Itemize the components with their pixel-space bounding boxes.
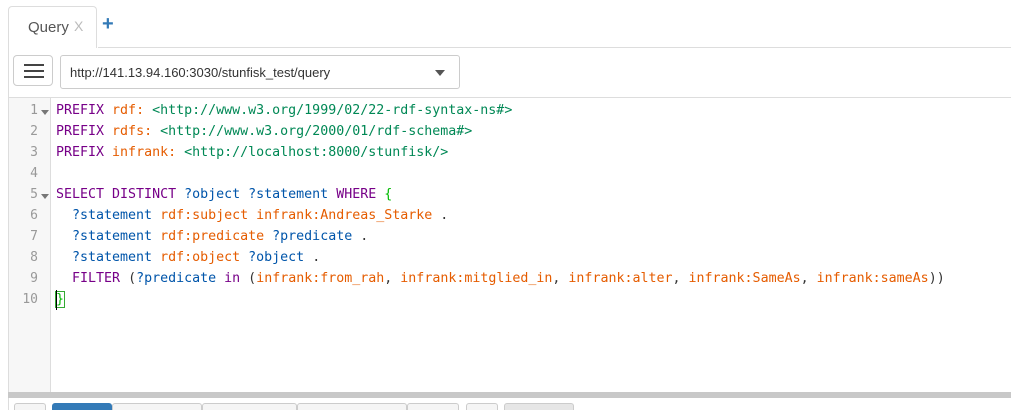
line-number: 5 (30, 187, 38, 202)
line-number: 9 (30, 271, 38, 286)
code-token: ?statement (56, 208, 161, 223)
code-line[interactable]: FILTER (?predicate in (infrank:from_rah,… (56, 268, 945, 289)
line-number: 2 (30, 124, 38, 139)
line-number: 10 (22, 292, 38, 307)
menu-bar-line (24, 64, 44, 66)
close-icon[interactable]: X (74, 18, 83, 34)
code-token: ( (248, 271, 257, 286)
code-line[interactable]: } (54, 289, 66, 310)
code-token: PREFIX (56, 145, 113, 160)
code-token: ?predicate (272, 229, 361, 244)
code-token: )) (928, 271, 945, 286)
code-token: <http://localhost:8000/stunfisk/> (184, 145, 449, 160)
code-token: rdfs: (112, 124, 161, 139)
code-token: rdf: (112, 103, 153, 118)
line-number-gutter: 1 2 3 4 5 6 7 8 9 10 (9, 98, 51, 392)
code-token: rdf:object (160, 250, 249, 265)
text-cursor (56, 290, 57, 310)
results-control[interactable] (466, 403, 498, 410)
code-token: infrank: (112, 145, 185, 160)
code-line[interactable]: PREFIX infrank: <http://localhost:8000/s… (56, 142, 448, 163)
code-token: , (800, 271, 817, 286)
results-tab[interactable] (297, 403, 407, 410)
code-token: <http://www.w3.org/1999/02/22-rdf-syntax… (152, 103, 513, 118)
code-line[interactable]: PREFIX rdf: <http://www.w3.org/1999/02/2… (56, 100, 512, 121)
menu-bar-line (24, 76, 44, 78)
fold-arrow-icon[interactable] (41, 110, 49, 115)
results-control[interactable] (14, 403, 46, 410)
line-number: 4 (30, 166, 38, 181)
code-token: ?object (248, 250, 313, 265)
code-token: in (224, 271, 249, 286)
code-line[interactable]: SELECT DISTINCT ?object ?statement WHERE… (56, 184, 392, 205)
code-token: infrank:Andreas_Starke (256, 208, 441, 223)
code-token: infrank:sameAs (816, 271, 929, 286)
editor-resize-handle[interactable] (8, 392, 1011, 398)
code-token: WHERE (336, 187, 385, 202)
results-tab-active[interactable] (52, 403, 112, 410)
code-token: PREFIX (56, 124, 113, 139)
line-number: 1 (30, 103, 38, 118)
code-token: infrank:SameAs (688, 271, 801, 286)
code-token: { (384, 187, 393, 202)
code-token: ?statement (56, 250, 161, 265)
code-line[interactable]: ?statement rdf:subject infrank:Andreas_S… (56, 205, 448, 226)
line-number: 7 (30, 229, 38, 244)
code-token: rdf:subject (160, 208, 257, 223)
code-token: . (360, 229, 369, 244)
code-token: } (54, 291, 66, 308)
code-token: , (552, 271, 569, 286)
code-token: . (312, 250, 321, 265)
line-number: 3 (30, 145, 38, 160)
fold-arrow-icon[interactable] (41, 194, 49, 199)
code-token: . (440, 208, 449, 223)
tab-bar: Query X + (0, 0, 1011, 48)
line-number: 6 (30, 208, 38, 223)
code-token: ( (128, 271, 137, 286)
code-token: <http://www.w3.org/2000/01/rdf-schema#> (160, 124, 473, 139)
code-token: ?statement (56, 229, 161, 244)
code-line[interactable]: ?statement rdf:predicate ?predicate . (56, 226, 368, 247)
endpoint-value: http://141.13.94.160:3030/stunfisk_test/… (70, 65, 331, 80)
menu-bar-line (24, 70, 44, 72)
code-token: SELECT DISTINCT (56, 187, 185, 202)
code-token: infrank:mitglied_in (400, 271, 553, 286)
results-tab[interactable] (407, 403, 459, 410)
code-token: ?predicate (136, 271, 225, 286)
code-token: , (672, 271, 689, 286)
code-token: rdf:predicate (160, 229, 273, 244)
code-token: ?object ?statement (184, 187, 337, 202)
results-tab[interactable] (112, 403, 202, 410)
results-tab[interactable] (202, 403, 297, 410)
code-line[interactable]: PREFIX rdfs: <http://www.w3.org/2000/01/… (56, 121, 472, 142)
code-token: FILTER (56, 271, 129, 286)
chevron-down-icon[interactable] (435, 70, 445, 76)
code-token: infrank:from_rah (256, 271, 385, 286)
results-button[interactable] (504, 403, 574, 410)
hamburger-icon[interactable] (13, 55, 53, 86)
tab-query[interactable]: Query X (8, 6, 97, 48)
code-line[interactable]: ?statement rdf:object ?object . (56, 247, 320, 268)
editor-top-border (8, 97, 1011, 98)
code-token: infrank:alter (568, 271, 673, 286)
tab-label[interactable]: Query (28, 19, 69, 36)
line-number: 8 (30, 250, 38, 265)
add-tab-button[interactable]: + (102, 14, 114, 34)
code-token: , (384, 271, 401, 286)
code-token: PREFIX (56, 103, 113, 118)
endpoint-select[interactable]: http://141.13.94.160:3030/stunfisk_test/… (60, 55, 460, 89)
